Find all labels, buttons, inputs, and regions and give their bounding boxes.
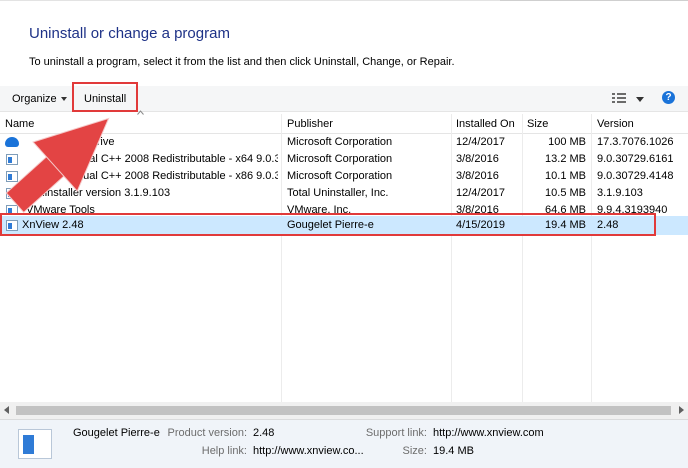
horizontal-scrollbar[interactable] <box>0 402 688 419</box>
details-publisher: Gougelet Pierre-e <box>73 427 160 439</box>
details-pane: Gougelet Pierre-e Product version: 2.48 … <box>0 419 688 468</box>
product-version-value: 2.48 <box>253 427 275 439</box>
size-value: 19.4 MB <box>433 445 474 457</box>
size-label: Size: <box>402 445 427 457</box>
scroll-right-icon[interactable] <box>679 406 684 414</box>
support-link-value[interactable]: http://www.xnview.com <box>433 427 544 439</box>
program-large-icon <box>18 429 52 459</box>
scrollbar-thumb[interactable] <box>16 406 671 415</box>
product-version-label: Product version: <box>167 427 247 439</box>
scroll-left-icon[interactable] <box>4 406 9 414</box>
support-link-label: Support link: <box>365 427 427 439</box>
help-link-label: Help link: <box>201 445 247 457</box>
red-pointer-arrow-icon <box>5 117 110 214</box>
help-link-value[interactable]: http://www.xnview.co... <box>253 445 364 457</box>
